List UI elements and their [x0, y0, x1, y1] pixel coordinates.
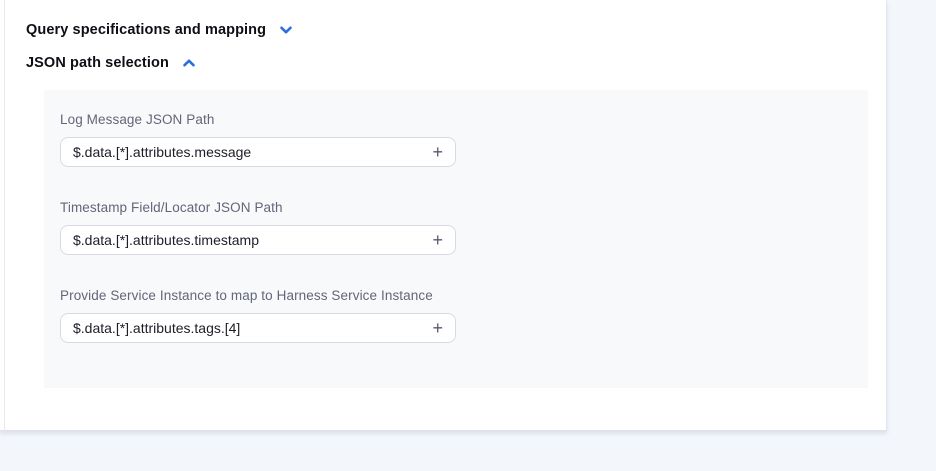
- service-instance-json-path-input-wrap: +: [60, 313, 456, 343]
- service-instance-json-path-input[interactable]: [73, 320, 430, 336]
- section-title-query-specifications: Query specifications and mapping: [26, 22, 266, 38]
- log-message-json-path-label: Log Message JSON Path: [60, 112, 456, 127]
- field-log-message-json-path: Log Message JSON Path +: [60, 112, 456, 167]
- timestamp-json-path-input[interactable]: [73, 232, 430, 248]
- log-message-add-button[interactable]: +: [430, 143, 445, 161]
- section-toggle-query-specifications[interactable]: Query specifications and mapping: [26, 21, 295, 39]
- chevron-up-icon[interactable]: [180, 54, 198, 72]
- service-instance-add-button[interactable]: +: [430, 319, 445, 337]
- json-path-selection-panel: Log Message JSON Path + Timestamp Field/…: [44, 90, 868, 388]
- section-toggle-json-path-selection[interactable]: JSON path selection: [26, 54, 198, 72]
- card-left-border: [4, 0, 5, 431]
- timestamp-json-path-input-wrap: +: [60, 225, 456, 255]
- timestamp-json-path-label: Timestamp Field/Locator JSON Path: [60, 200, 456, 215]
- query-mapping-card: Query specifications and mapping JSON pa…: [0, 0, 887, 431]
- section-title-json-path-selection: JSON path selection: [26, 55, 169, 71]
- field-service-instance-json-path: Provide Service Instance to map to Harne…: [60, 288, 456, 343]
- log-message-json-path-input-wrap: +: [60, 137, 456, 167]
- field-timestamp-json-path: Timestamp Field/Locator JSON Path +: [60, 200, 456, 255]
- log-message-json-path-input[interactable]: [73, 144, 430, 160]
- timestamp-add-button[interactable]: +: [430, 231, 445, 249]
- service-instance-json-path-label: Provide Service Instance to map to Harne…: [60, 288, 456, 303]
- chevron-down-icon[interactable]: [277, 21, 295, 39]
